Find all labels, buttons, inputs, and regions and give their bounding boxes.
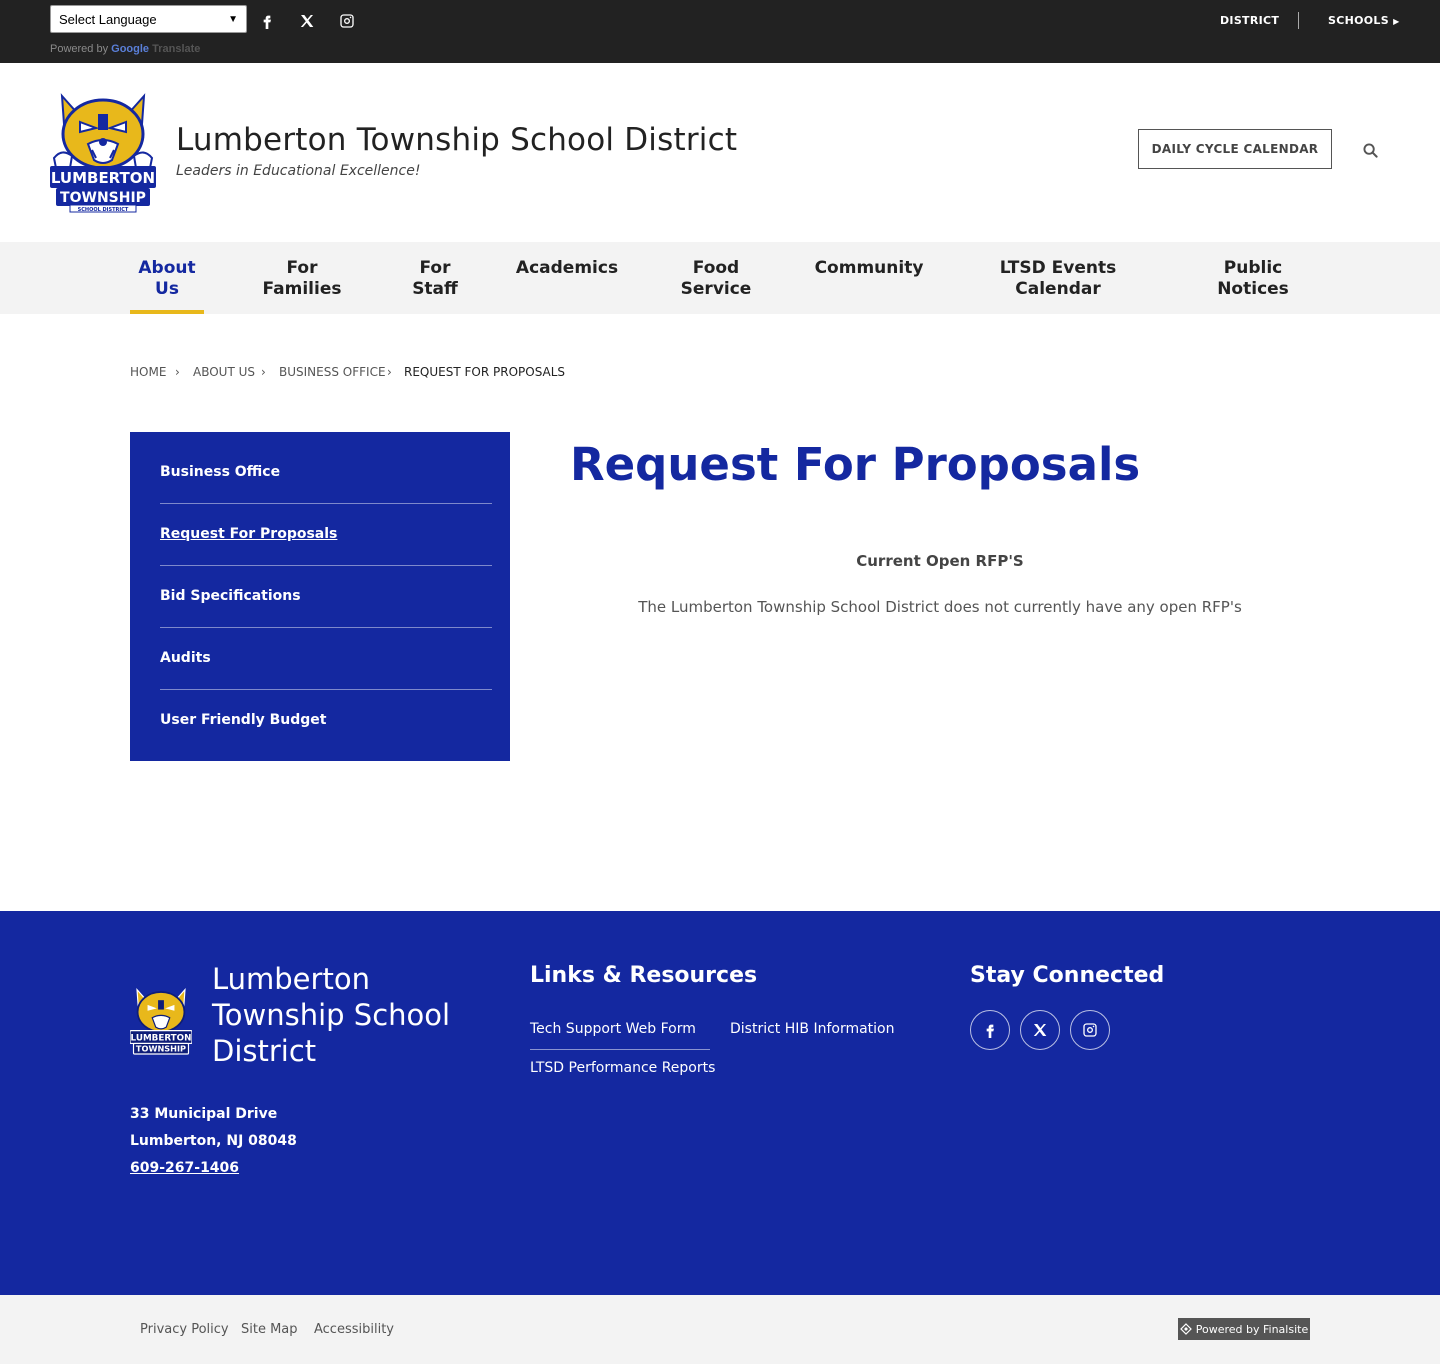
facebook-icon[interactable] — [256, 10, 278, 32]
x-icon[interactable] — [1020, 1010, 1060, 1050]
privacy-policy-link[interactable]: Privacy Policy — [140, 1322, 229, 1337]
chevron-right-icon: › — [175, 365, 180, 379]
nav-label: Families — [262, 279, 342, 299]
utility-bar: Select Language ▼ Powered by Google Tran… — [0, 0, 1440, 63]
caret-right-icon: ▶ — [1393, 17, 1400, 26]
sidebar-item-request-for-proposals[interactable]: Request For Proposals — [160, 503, 492, 565]
page-title: Request For Proposals — [570, 438, 1141, 491]
finalsite-label: Powered by Finalsite — [1195, 1322, 1309, 1336]
sidebar-item-bid-specifications[interactable]: Bid Specifications — [160, 565, 492, 627]
powered-by-text: Powered by — [50, 43, 109, 55]
chevron-down-icon: ▼ — [228, 13, 238, 25]
active-nav-indicator — [130, 310, 204, 314]
nav-label: Us — [155, 279, 179, 299]
breadcrumb-business-office[interactable]: BUSINESS OFFICE — [279, 365, 386, 379]
search-icon[interactable] — [1360, 140, 1380, 160]
footer-district-name: Lumberton Township School District — [212, 962, 451, 1068]
content-subtitle: Current Open RFP'S — [856, 552, 1024, 570]
finalsite-badge[interactable]: Powered by Finalsite — [1178, 1318, 1310, 1340]
daily-cycle-calendar-button[interactable]: DAILY CYCLE CALENDAR — [1138, 129, 1332, 169]
breadcrumb-about-us[interactable]: ABOUT US — [193, 365, 255, 379]
district-link[interactable]: DISTRICT — [1220, 14, 1279, 27]
breadcrumb-home[interactable]: HOME — [130, 365, 166, 379]
site-tagline: Leaders in Educational Excellence! — [176, 163, 421, 179]
nav-item-for-staff[interactable]: For Staff — [400, 258, 470, 300]
section-sidebar: Business Office Request For Proposals Bi… — [130, 432, 510, 761]
footer-link-performance-reports[interactable]: LTSD Performance Reports — [530, 1060, 715, 1076]
divider — [530, 1049, 710, 1050]
nav-item-academics[interactable]: Academics — [510, 258, 624, 279]
nav-label: Community — [814, 258, 924, 278]
nav-item-food-service[interactable]: Food Service — [670, 258, 762, 300]
nav-label: About — [138, 258, 196, 278]
nav-item-community[interactable]: Community — [806, 258, 932, 279]
x-icon[interactable] — [296, 10, 318, 32]
language-select[interactable]: Select Language ▼ — [50, 5, 247, 33]
facebook-icon[interactable] — [970, 1010, 1010, 1050]
breadcrumb-current: REQUEST FOR PROPOSALS — [404, 365, 566, 379]
schools-label: SCHOOLS — [1328, 14, 1389, 27]
content-body: The Lumberton Township School District d… — [638, 598, 1242, 616]
footer-logo-text-1: LUMBERTON — [131, 1034, 192, 1044]
footer-link-tech-support[interactable]: Tech Support Web Form — [530, 1021, 696, 1037]
nav-label: Notices — [1217, 279, 1289, 299]
footer-phone-link[interactable]: 609-267-1406 — [130, 1160, 239, 1176]
main-navigation: About Us For Families For Staff Academic… — [0, 242, 1440, 314]
instagram-icon[interactable] — [336, 10, 358, 32]
nav-label: For — [286, 258, 318, 278]
footer-logo-text-2: TOWNSHIP — [136, 1044, 186, 1054]
accessibility-link[interactable]: Accessibility — [314, 1322, 394, 1337]
footer-address-line-1: 33 Municipal Drive — [130, 1106, 278, 1122]
nav-label: For — [419, 258, 451, 278]
translate-text: Translate — [152, 43, 201, 55]
divider — [1298, 12, 1299, 29]
translate-attribution: Powered by Google Translate — [50, 43, 200, 55]
logo-text-1: LUMBERTON — [51, 169, 155, 187]
district-logo[interactable]: LUMBERTON TOWNSHIP SCHOOL DISTRICT — [50, 92, 156, 214]
footer-links-heading: Links & Resources — [530, 963, 758, 988]
google-text[interactable]: Google — [111, 43, 149, 55]
footer-link-hib-information[interactable]: District HIB Information — [730, 1021, 895, 1037]
nav-label: LTSD Events — [999, 258, 1117, 278]
nav-item-about-us[interactable]: About Us — [126, 258, 208, 300]
nav-item-events-calendar[interactable]: LTSD Events Calendar — [990, 258, 1126, 300]
footer-logo[interactable]: LUMBERTON TOWNSHIP — [129, 987, 193, 1059]
legal-bar: Privacy Policy Site Map Accessibility Po… — [0, 1295, 1440, 1364]
footer-address-line-2: Lumberton, NJ 08048 — [130, 1133, 297, 1149]
nav-label: Calendar — [1015, 279, 1101, 299]
footer-connect-heading: Stay Connected — [970, 963, 1165, 988]
schools-menu[interactable]: SCHOOLS ▶ — [1328, 14, 1400, 27]
nav-label: Staff — [412, 279, 458, 299]
sidebar-item-user-friendly-budget[interactable]: User Friendly Budget — [160, 689, 492, 751]
nav-item-for-families[interactable]: For Families — [252, 258, 352, 300]
nav-label: Academics — [515, 258, 619, 278]
nav-label: Food — [692, 258, 740, 278]
logo-text-2: TOWNSHIP — [60, 190, 146, 206]
logo-text-3: SCHOOL DISTRICT — [78, 207, 129, 213]
finalsite-icon — [1179, 1323, 1192, 1335]
language-select-value: Select Language — [59, 11, 157, 27]
instagram-icon[interactable] — [1070, 1010, 1110, 1050]
chevron-right-icon: › — [387, 365, 392, 379]
chevron-right-icon: › — [261, 365, 266, 379]
site-map-link[interactable]: Site Map — [241, 1322, 298, 1337]
nav-label: Public — [1223, 258, 1283, 278]
nav-item-public-notices[interactable]: Public Notices — [1206, 258, 1300, 300]
footer: LUMBERTON TOWNSHIP Lumberton Township Sc… — [0, 911, 1440, 1295]
site-title[interactable]: Lumberton Township School District — [176, 122, 737, 158]
nav-label: Service — [680, 279, 752, 299]
sidebar-item-audits[interactable]: Audits — [160, 627, 492, 689]
sidebar-item-business-office[interactable]: Business Office — [160, 441, 492, 503]
